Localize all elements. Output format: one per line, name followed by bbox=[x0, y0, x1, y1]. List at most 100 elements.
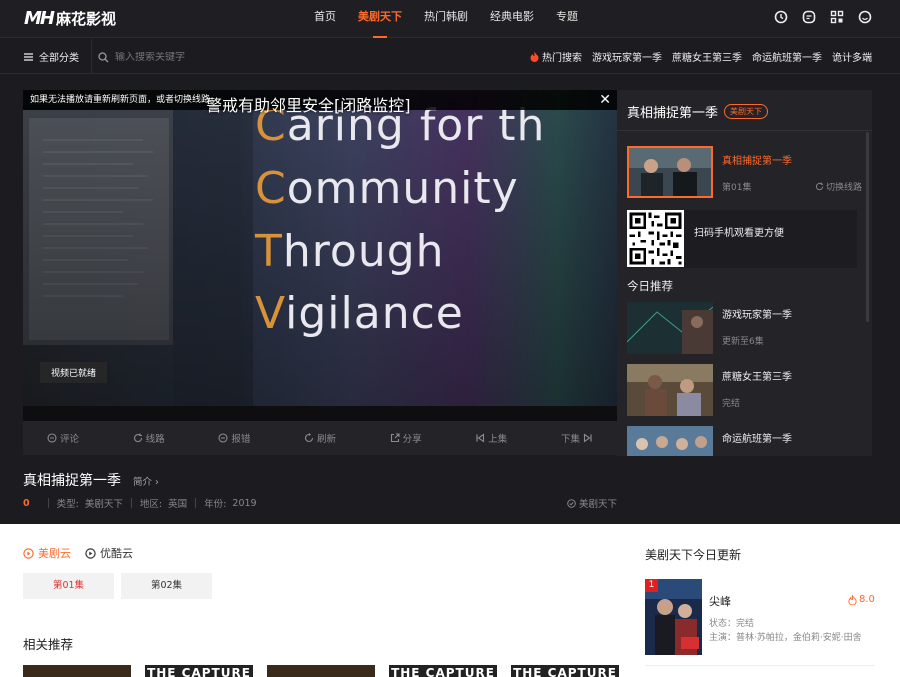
related-card[interactable]: THE CAPTURE bbox=[145, 665, 253, 677]
recommend-name: 游戏玩家第一季 bbox=[722, 310, 792, 321]
nav-item-classic-movies[interactable]: 经典电影 bbox=[479, 0, 545, 38]
all-categories-label: 全部分类 bbox=[39, 53, 79, 64]
related-title: 相关推荐 bbox=[23, 637, 74, 652]
header-icons bbox=[774, 10, 872, 24]
qrcode-icon[interactable] bbox=[830, 10, 844, 24]
related-card[interactable]: THE CAPTURE bbox=[511, 665, 619, 677]
nav-item-korean-drama[interactable]: 热门韩剧 bbox=[413, 0, 479, 38]
search-input[interactable] bbox=[115, 51, 315, 63]
message-icon[interactable] bbox=[802, 10, 816, 24]
current-episode-name: 真相捕捉第一季 bbox=[722, 156, 792, 167]
meta-divider bbox=[47, 498, 49, 508]
prev-episode-label: 上集 bbox=[488, 434, 508, 445]
all-categories-button[interactable]: 全部分类 bbox=[24, 39, 92, 74]
user-icon[interactable] bbox=[858, 10, 872, 24]
side-title: 真相捕捉第一季 bbox=[627, 106, 719, 121]
nav-item-us-drama[interactable]: 美剧天下 bbox=[347, 0, 413, 38]
hot-search-label: 热门搜索 bbox=[542, 53, 582, 64]
episode-button[interactable]: 第01集 bbox=[23, 573, 114, 599]
side-divider bbox=[617, 130, 872, 131]
nav-item-topics[interactable]: 专题 bbox=[545, 0, 589, 38]
player-notice-text: 如果无法播放请重新刷新页面，或者切换线路 bbox=[30, 95, 211, 105]
hot-search-item[interactable]: 命运航班第一季 bbox=[752, 49, 822, 64]
related-list: THE CAPTURE THE CAPTURE THE CAPTURE bbox=[23, 665, 619, 677]
today-update-title: 美剧天下今日更新 bbox=[645, 548, 742, 562]
episode-button[interactable]: 第02集 bbox=[121, 573, 212, 599]
hot-search-title: 热门搜索 bbox=[530, 49, 582, 64]
sub-bar: 全部分类 热门搜索 游戏玩家第一季 蔗糖女王第三季 命运航班第一季 诡计多端 bbox=[0, 39, 900, 74]
clock-icon[interactable] bbox=[774, 10, 788, 24]
meta-divider bbox=[130, 498, 132, 508]
refresh-icon bbox=[133, 433, 142, 443]
comment-label: 评论 bbox=[60, 434, 80, 445]
source-tabs: 美剧云 优酷云 bbox=[23, 545, 133, 561]
line-button[interactable]: 线路 bbox=[133, 431, 165, 445]
region-value[interactable]: 英国 bbox=[168, 496, 187, 510]
year-value: 2019 bbox=[232, 497, 257, 509]
qr-code-box: 扫码手机观看更方便 bbox=[627, 210, 857, 268]
nav-item-home[interactable]: 首页 bbox=[303, 0, 347, 38]
prev-icon bbox=[476, 433, 485, 443]
intro-link[interactable]: 简介 › bbox=[133, 474, 159, 488]
meta-divider bbox=[195, 498, 197, 508]
update-item[interactable]: 1 尖峰 8.0 状态：完结 主演：普林·苏帕拉，金伯莉·安妮·田舍 bbox=[645, 579, 880, 655]
video-ready-badge: 视频已就绪 bbox=[40, 362, 108, 383]
show-title: 真相捕捉第一季 bbox=[23, 473, 121, 489]
source-tab-meijuyun[interactable]: 美剧云 bbox=[23, 545, 71, 561]
close-icon[interactable]: ✕ bbox=[599, 90, 611, 110]
report-button[interactable]: 报错 bbox=[218, 431, 250, 445]
recommend-status: 更新至6集 bbox=[722, 337, 764, 347]
recommend-name: 蔗糖女王第三季 bbox=[722, 372, 792, 383]
source-tab-youkuyun[interactable]: 优酷云 bbox=[85, 545, 133, 561]
recommend-item[interactable]: 游戏玩家第一季 更新至6集 bbox=[627, 302, 862, 354]
update-score: 8.0 bbox=[848, 594, 875, 605]
play-circle-icon bbox=[23, 547, 34, 559]
type-value[interactable]: 美剧天下 bbox=[85, 496, 123, 510]
hot-search-item[interactable]: 蔗糖女王第三季 bbox=[672, 49, 742, 64]
current-episode[interactable]: 真相捕捉第一季 第01集 切换线路 bbox=[627, 146, 862, 200]
show-meta: 0 类型: 美剧天下 地区: 英国 年份: 2019 bbox=[23, 496, 257, 511]
hot-searches: 热门搜索 游戏玩家第一季 蔗糖女王第三季 命运航班第一季 诡计多端 bbox=[530, 39, 872, 74]
top-header: MH 麻花影视 首页 美剧天下 热门韩剧 经典电影 专题 bbox=[0, 0, 900, 38]
episode-side-panel: 真相捕捉第一季 美剧天下 真相捕捉第一季 第01集 切换线路 扫码手机观看更方便… bbox=[617, 90, 872, 456]
line-label: 线路 bbox=[145, 434, 165, 445]
related-card[interactable] bbox=[23, 665, 131, 677]
recommend-status: 完结 bbox=[722, 399, 741, 409]
side-scrollbar[interactable] bbox=[866, 132, 869, 322]
share-label: 分享 bbox=[402, 434, 422, 445]
update-status: 状态：完结 bbox=[709, 619, 755, 629]
site-logo[interactable]: MH 麻花影视 bbox=[24, 6, 116, 30]
recommend-thumbnail bbox=[627, 426, 713, 456]
current-episode-number: 第01集 bbox=[722, 183, 752, 193]
related-card[interactable]: THE CAPTURE bbox=[389, 665, 497, 677]
hot-search-item[interactable]: 游戏玩家第一季 bbox=[592, 49, 662, 64]
update-cast: 主演：普林·苏帕拉，金伯莉·安妮·田舍 bbox=[709, 633, 862, 643]
related-card[interactable] bbox=[267, 665, 375, 677]
refresh-button[interactable]: 刷新 bbox=[304, 431, 336, 445]
next-icon bbox=[583, 433, 592, 443]
video-player[interactable]: Caring for th Community Through Vigilanc… bbox=[23, 90, 617, 421]
update-name: 尖峰 bbox=[709, 595, 731, 608]
next-episode-button[interactable]: 下集 bbox=[561, 431, 593, 445]
qr-code[interactable] bbox=[627, 210, 684, 267]
search-icon[interactable] bbox=[98, 51, 109, 63]
refresh-icon bbox=[815, 182, 824, 191]
type-label: 类型: bbox=[56, 499, 79, 510]
prev-episode-button[interactable]: 上集 bbox=[475, 431, 507, 445]
video-bottom-bar bbox=[23, 406, 617, 421]
player-section: Caring for th Community Through Vigilanc… bbox=[0, 74, 900, 524]
share-button[interactable]: 分享 bbox=[390, 431, 422, 445]
side-category-badge[interactable]: 美剧天下 bbox=[724, 104, 769, 119]
recommend-item[interactable]: 蔗糖女王第三季 完结 bbox=[627, 364, 862, 416]
category-tag[interactable]: 美剧天下 bbox=[567, 496, 617, 510]
lower-section: 美剧云 优酷云 第01集 第02集 相关推荐 THE CAPTURE THE C… bbox=[0, 524, 900, 677]
fire-icon bbox=[530, 51, 539, 62]
hot-search-item[interactable]: 诡计多端 bbox=[832, 49, 872, 64]
comment-button[interactable]: 评论 bbox=[47, 431, 79, 445]
recommend-item[interactable]: 命运航班第一季 bbox=[627, 426, 862, 456]
switch-line-button[interactable]: 切换线路 bbox=[815, 180, 862, 193]
recommend-name: 命运航班第一季 bbox=[722, 434, 792, 445]
region-label: 地区: bbox=[139, 499, 163, 510]
chevron-right-icon: › bbox=[155, 477, 159, 488]
next-episode-label: 下集 bbox=[560, 434, 580, 445]
